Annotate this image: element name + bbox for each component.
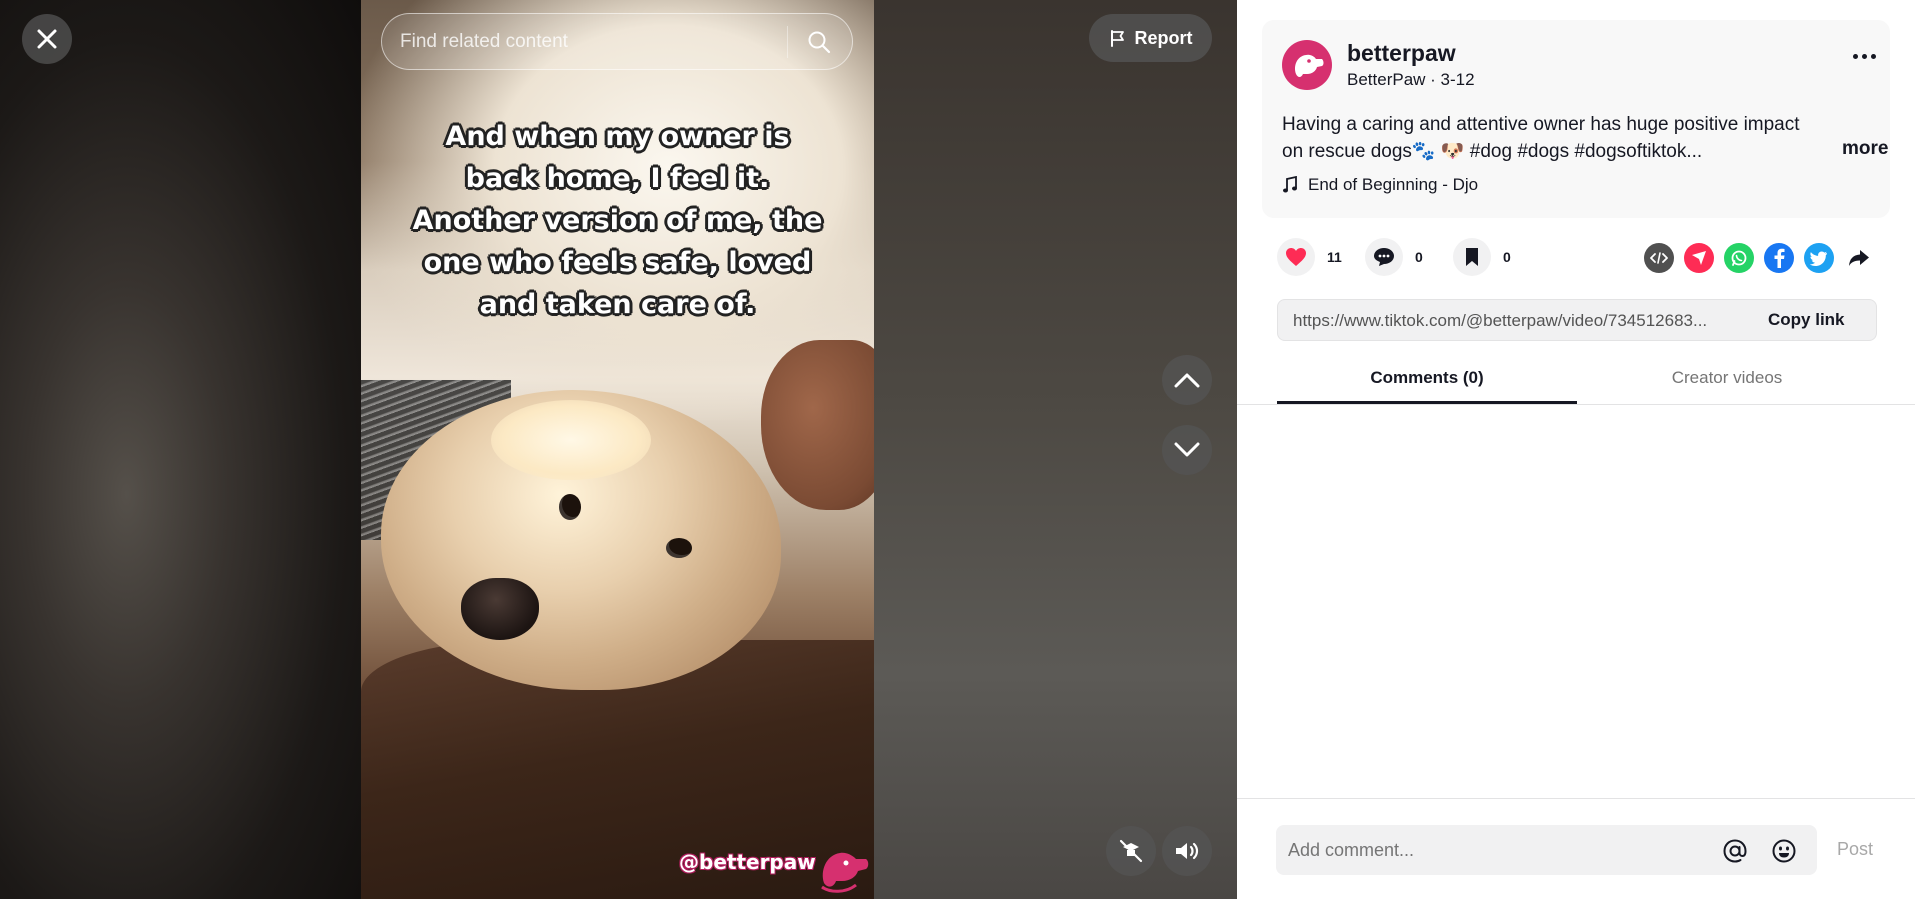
music-link[interactable]: End of Beginning - Djo [1282, 175, 1478, 195]
search-icon [808, 31, 831, 54]
at-sign-icon [1723, 839, 1747, 863]
mention-button[interactable] [1721, 837, 1749, 865]
video-stage: And when my owner is back home, I feel i… [0, 0, 1237, 899]
video-caption: And when my owner is back home, I feel i… [361, 116, 874, 326]
favorite-count: 0 [1503, 249, 1511, 265]
caption-line: Another version of me, the [412, 205, 823, 236]
description-line: on rescue dogs🐾 🐶 #dog #dogs #dogsoftikt… [1282, 141, 1703, 162]
search-bar[interactable] [381, 13, 853, 70]
avatar[interactable] [1282, 40, 1332, 90]
active-tab-indicator [1277, 401, 1577, 404]
emoji-button[interactable] [1770, 837, 1798, 865]
embed-button[interactable] [1644, 243, 1674, 273]
action-bar: 11 0 0 [1277, 238, 1541, 276]
heart-icon [1286, 248, 1306, 266]
chevron-down-icon [1174, 442, 1200, 457]
video-dog-eye-left [559, 494, 581, 520]
chevron-up-icon [1174, 373, 1200, 388]
floating-player-button[interactable] [1106, 826, 1156, 876]
facebook-icon [1774, 248, 1785, 268]
like-button[interactable]: 11 [1277, 238, 1347, 276]
video-dog-eye-right [666, 538, 692, 558]
blurred-background-left [0, 0, 361, 899]
panel-tabs: Comments (0) Creator videos [1237, 360, 1915, 405]
more-options-button[interactable] [1847, 44, 1881, 68]
search-input[interactable] [400, 14, 790, 69]
favorite-button[interactable]: 0 [1453, 238, 1523, 276]
twitter-bird-icon [1810, 251, 1827, 266]
favorite-circle [1453, 238, 1491, 276]
video-player[interactable]: And when my owner is back home, I feel i… [361, 0, 874, 899]
comment-count: 0 [1415, 249, 1423, 265]
music-note-icon [1283, 176, 1297, 193]
description-line: Having a caring and attentive owner has … [1282, 114, 1800, 135]
comment-input-box [1276, 825, 1817, 875]
betterpaw-avatar-icon [1295, 54, 1324, 77]
video-link-box: https://www.tiktok.com/@betterpaw/video/… [1277, 299, 1877, 341]
bookmark-icon [1466, 248, 1478, 266]
comments-list [1237, 405, 1915, 798]
share-row [1644, 243, 1874, 273]
next-video-button[interactable] [1162, 425, 1212, 475]
share-twitter-button[interactable] [1804, 243, 1834, 273]
caption-line: And when my owner is [445, 121, 790, 152]
video-dog-highlight [491, 400, 651, 480]
video-description: Having a caring and attentive owner has … [1282, 111, 1842, 165]
comment-composer: Post [1237, 798, 1915, 899]
share-whatsapp-button[interactable] [1724, 243, 1754, 273]
whatsapp-icon [1731, 250, 1747, 266]
report-label: Report [1134, 27, 1193, 48]
video-dog-nose [461, 578, 539, 640]
dot-icon [1861, 53, 1867, 59]
like-circle [1277, 238, 1315, 276]
share-arrow-icon [1849, 250, 1869, 266]
video-info-card: betterpaw BetterPaw · 3-12 Having a cari… [1262, 20, 1890, 218]
dot-icon [1870, 53, 1876, 59]
tab-creator-videos[interactable]: Creator videos [1577, 368, 1877, 388]
comment-bubble-icon [1374, 248, 1394, 266]
report-button[interactable]: Report [1089, 14, 1212, 62]
more-share-button[interactable] [1844, 243, 1874, 273]
search-divider [787, 26, 788, 58]
like-count: 11 [1327, 249, 1342, 265]
floating-player-off-icon [1119, 839, 1143, 863]
volume-icon [1176, 842, 1199, 860]
emoji-smile-icon [1772, 839, 1796, 863]
betterpaw-logo-icon [821, 852, 869, 893]
comment-button[interactable]: 0 [1365, 238, 1435, 276]
video-link-url[interactable]: https://www.tiktok.com/@betterpaw/video/… [1293, 311, 1753, 331]
tab-comments[interactable]: Comments (0) [1277, 368, 1577, 388]
paper-plane-icon [1692, 251, 1706, 265]
flag-icon [1110, 30, 1124, 47]
video-owner-hand [761, 340, 874, 510]
post-comment-button[interactable]: Post [1837, 839, 1873, 860]
copy-link-button[interactable]: Copy link [1768, 310, 1845, 330]
volume-button[interactable] [1162, 826, 1212, 876]
description-more-button[interactable]: more [1842, 138, 1888, 160]
embed-code-icon [1650, 252, 1668, 264]
comment-circle [1365, 238, 1403, 276]
comment-input[interactable] [1288, 825, 1708, 875]
close-icon [37, 29, 57, 49]
video-watermark: @betterpaw [679, 850, 816, 874]
search-button[interactable] [794, 18, 844, 66]
caption-line: and taken care of. [479, 289, 756, 320]
send-to-friends-button[interactable] [1684, 243, 1714, 273]
author-username[interactable]: betterpaw [1347, 40, 1456, 67]
previous-video-button[interactable] [1162, 355, 1212, 405]
share-facebook-button[interactable] [1764, 243, 1794, 273]
dot-icon [1852, 53, 1858, 59]
music-title: End of Beginning - Djo [1308, 175, 1479, 194]
close-button[interactable] [22, 14, 72, 64]
caption-line: back home, I feel it. [465, 163, 770, 194]
author-nickname-date: BetterPaw · 3-12 [1347, 70, 1475, 89]
caption-line: one who feels safe, loved [423, 247, 812, 278]
details-panel: betterpaw BetterPaw · 3-12 Having a cari… [1237, 0, 1915, 899]
